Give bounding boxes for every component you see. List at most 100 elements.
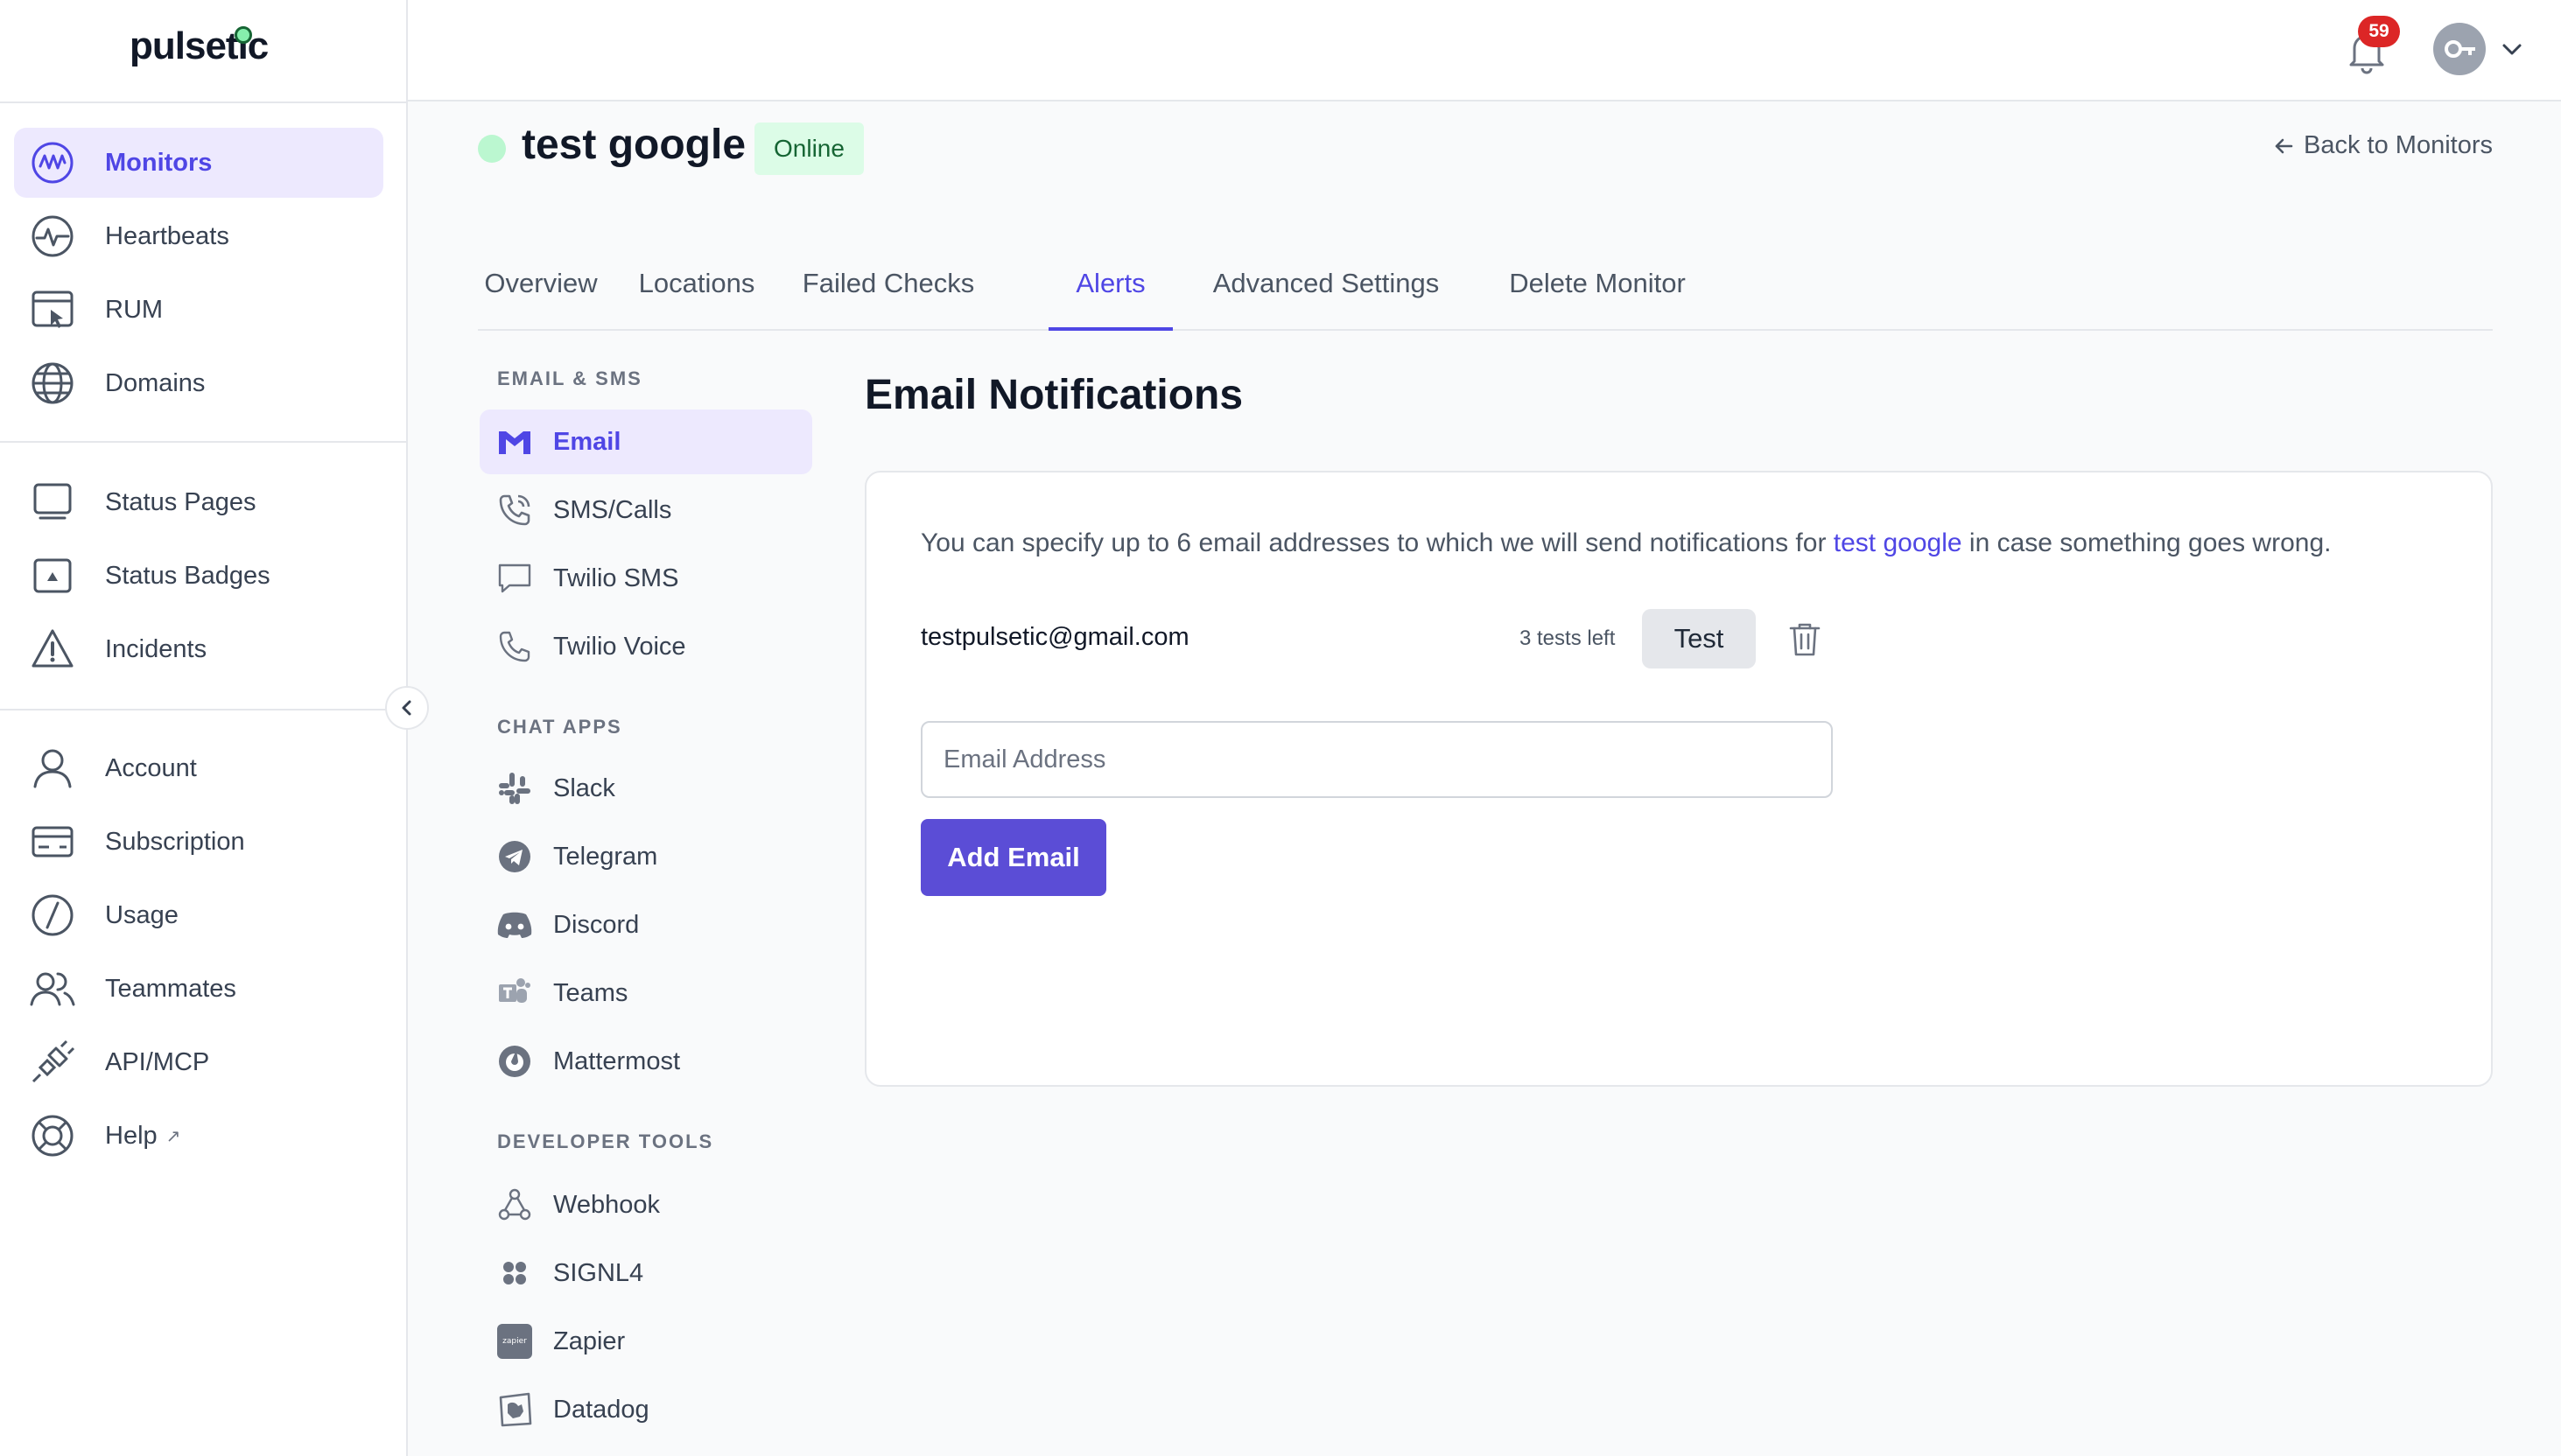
alert-channel-label: Zapier: [553, 1326, 626, 1355]
tab-delete-monitor[interactable]: Delete Monitor: [1479, 261, 1716, 329]
tab-overview[interactable]: Overview: [478, 261, 604, 329]
alert-channel-twilio-voice[interactable]: Twilio Voice: [480, 614, 812, 679]
email-address-value: testpulsetic@gmail.com: [921, 623, 1189, 651]
alert-channel-label: Twilio Voice: [553, 632, 686, 661]
globe-icon: [32, 362, 74, 404]
sidebar-item-monitors[interactable]: Monitors: [14, 128, 383, 198]
alert-channel-signl4[interactable]: SIGNL4: [480, 1241, 812, 1306]
notification-count-badge: 59: [2358, 16, 2400, 47]
logo-dot-icon: [235, 26, 252, 44]
user-icon: [33, 749, 72, 788]
sidebar-item-domains[interactable]: Domains: [14, 348, 383, 418]
alert-channel-teams[interactable]: Teams: [480, 961, 812, 1026]
alert-channel-telegram[interactable]: Telegram: [480, 824, 812, 889]
status-page-icon: [33, 483, 72, 520]
teams-icon: [495, 974, 534, 1012]
alert-channel-label: Teams: [553, 978, 628, 1007]
sidebar-item-label: Status Badges: [105, 561, 270, 590]
divider: [0, 441, 408, 443]
sidebar-item-api-mcp[interactable]: API/MCP: [14, 1027, 383, 1097]
sidebar-item-label: Help: [105, 1121, 158, 1150]
sidebar-item-status-badges[interactable]: Status Badges: [14, 541, 383, 611]
webhook-icon: [495, 1186, 534, 1224]
email-address-input[interactable]: [921, 721, 1833, 798]
chevron-down-icon[interactable]: [2500, 37, 2524, 61]
alert-channel-label: SMS/Calls: [553, 495, 672, 524]
sidebar-item-incidents[interactable]: Incidents: [14, 614, 383, 684]
user-key-icon: [2445, 40, 2475, 58]
external-link-icon: ↗: [165, 1126, 181, 1146]
alert-channel-webhook[interactable]: Webhook: [480, 1172, 812, 1237]
chat-bubble-icon: [495, 559, 534, 598]
avatar[interactable]: [2433, 23, 2486, 75]
sidebar-item-label: Domains: [105, 368, 206, 397]
status-badge: Online: [754, 122, 864, 175]
sidebar-item-account[interactable]: Account: [14, 733, 383, 803]
sidebar-item-help[interactable]: Help ↗: [14, 1101, 383, 1171]
sidebar-item-status-pages[interactable]: Status Pages: [14, 467, 383, 537]
tab-locations[interactable]: Locations: [632, 261, 761, 329]
sidebar-item-heartbeats[interactable]: Heartbeats: [14, 201, 383, 271]
alert-channel-mattermost[interactable]: Mattermost: [480, 1029, 812, 1094]
divider: [0, 709, 408, 710]
alert-channel-label: Slack: [553, 774, 615, 802]
chevron-left-icon: [402, 700, 411, 716]
sidebar-item-label: Incidents: [105, 634, 207, 663]
phone-icon: [495, 627, 534, 666]
telegram-icon: [495, 837, 534, 876]
sidebar-item-label: Usage: [105, 900, 179, 929]
collapse-sidebar-button[interactable]: [385, 686, 429, 730]
alert-channel-label: Twilio SMS: [553, 564, 679, 592]
section-label-chat-apps: CHAT APPS: [497, 716, 622, 738]
credit-card-icon: [32, 826, 74, 858]
alert-channel-discord[interactable]: Discord: [480, 892, 812, 957]
test-button[interactable]: Test: [1642, 609, 1756, 668]
section-label-email-sms: EMAIL & SMS: [497, 368, 642, 389]
tests-left-count: 3 tests left: [1519, 626, 1616, 650]
browser-cursor-icon: [32, 290, 74, 328]
sidebar-item-rum[interactable]: RUM: [14, 275, 383, 345]
sidebar-item-label: Heartbeats: [105, 221, 229, 250]
alert-channel-zapier[interactable]: zapier Zapier: [480, 1309, 812, 1374]
sidebar-item-label: Monitors: [105, 148, 213, 177]
topbar: [408, 0, 2561, 102]
gmail-icon: [495, 423, 534, 461]
alert-channel-datadog[interactable]: Datadog: [480, 1377, 812, 1442]
alert-channel-label: Email: [553, 427, 621, 456]
monitor-name-link[interactable]: test google: [1834, 528, 1962, 557]
section-title: Email Notifications: [865, 372, 1244, 418]
zapier-icon: zapier: [495, 1322, 534, 1361]
alert-channel-email[interactable]: Email: [480, 410, 812, 474]
divider: [0, 102, 408, 103]
sidebar-item-usage[interactable]: Usage: [14, 880, 383, 950]
arrow-left-icon: [2275, 138, 2293, 153]
sidebar-item-label: Account: [105, 753, 197, 782]
status-badge-icon: [33, 558, 72, 593]
alert-channel-twilio-sms[interactable]: Twilio SMS: [480, 546, 812, 611]
alert-channel-label: SIGNL4: [553, 1258, 644, 1287]
mattermost-icon: [495, 1042, 534, 1081]
tab-advanced-settings[interactable]: Advanced Settings: [1199, 261, 1453, 329]
status-dot: [478, 135, 506, 163]
sidebar-item-subscription[interactable]: Subscription: [14, 807, 383, 877]
warning-icon: [32, 629, 74, 668]
tab-alerts[interactable]: Alerts: [1049, 261, 1173, 331]
sidebar-item-label: Teammates: [105, 974, 236, 1003]
heartbeat-icon: [32, 215, 74, 257]
sidebar-item-label: RUM: [105, 295, 164, 324]
trash-icon[interactable]: [1786, 620, 1824, 658]
sidebar-item-label: Status Pages: [105, 487, 256, 516]
back-to-monitors-link[interactable]: Back to Monitors: [2272, 131, 2493, 160]
section-label-developer-tools: DEVELOPER TOOLS: [497, 1130, 714, 1152]
discord-icon: [495, 906, 534, 944]
add-email-button[interactable]: Add Email: [921, 819, 1106, 896]
monitor-pulse-icon: [32, 142, 74, 184]
alert-channel-slack[interactable]: Slack: [480, 756, 812, 821]
tab-failed-checks[interactable]: Failed Checks: [788, 261, 989, 329]
alert-channel-label: Datadog: [553, 1395, 649, 1424]
alert-channel-sms-calls[interactable]: SMS/Calls: [480, 478, 812, 542]
sidebar-item-teammates[interactable]: Teammates: [14, 954, 383, 1024]
email-notifications-card: You can specify up to 6 email addresses …: [865, 471, 2493, 1087]
sidebar: pulsetic Monitors Heartbeats RUM Domains…: [0, 0, 408, 1456]
page-title: test google: [522, 122, 747, 168]
